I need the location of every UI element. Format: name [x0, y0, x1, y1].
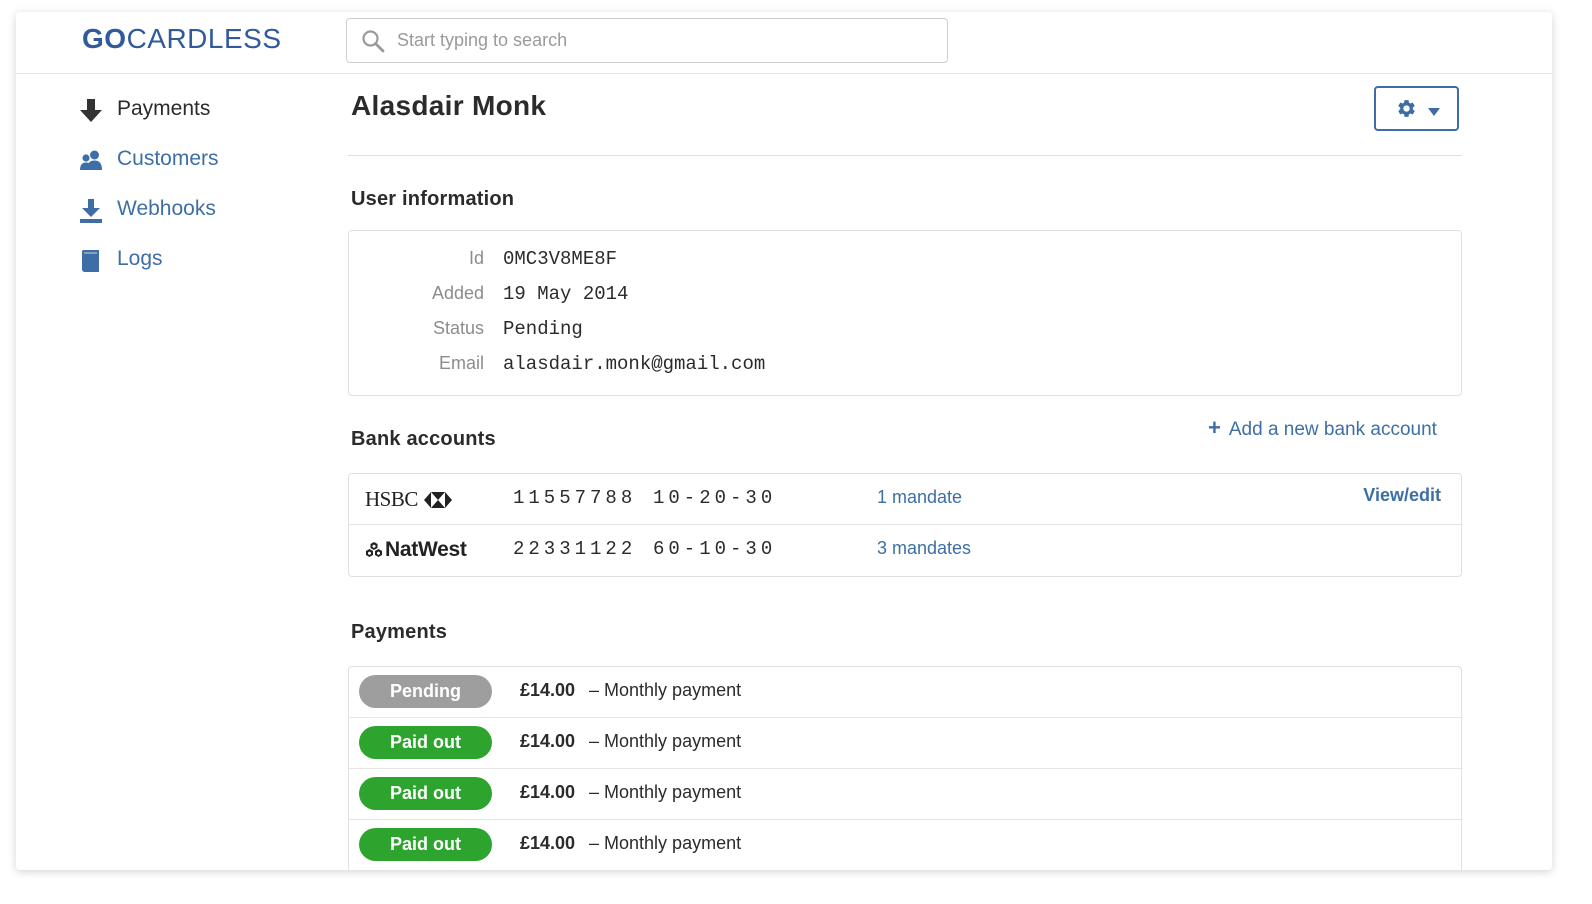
payments-panel: Pending £14.00 – Monthly payment Paid ou… — [348, 666, 1462, 870]
info-value-id: 0MC3V8ME8F — [503, 248, 618, 270]
add-bank-account-label: Add a new bank account — [1228, 419, 1437, 440]
sort-code: 10-20-30 — [653, 487, 777, 509]
gocardless-logo[interactable]: GOCARDLESS — [82, 23, 282, 55]
info-row-added: Added 19 May 2014 — [349, 277, 1461, 312]
status-badge: Paid out — [359, 828, 492, 861]
payment-description: – Monthly payment — [589, 782, 741, 803]
account-number: 11557788 — [513, 487, 637, 509]
bank-name: HSBC — [365, 487, 418, 511]
plus-icon: + — [1208, 415, 1221, 440]
arrow-down-icon — [80, 98, 102, 124]
page-title: Alasdair Monk — [351, 90, 547, 121]
logo-part-go: GO — [82, 23, 127, 54]
payment-description-text: Monthly payment — [604, 782, 742, 802]
bank-name: NatWest — [385, 538, 467, 561]
info-row-status: Status Pending — [349, 312, 1461, 347]
mandates-link[interactable]: 3 mandates — [877, 538, 971, 559]
payment-description: – Monthly payment — [589, 833, 741, 854]
status-badge: Paid out — [359, 777, 492, 810]
logo-part-cardless: CARDLESS — [126, 23, 282, 54]
sidebar-item-payments[interactable]: Payments — [80, 94, 320, 144]
separator: – — [589, 833, 600, 853]
sidebar-item-label: Payments — [117, 97, 211, 120]
info-row-email: Email alasdair.monk@gmail.com — [349, 347, 1461, 382]
info-value-added: 19 May 2014 — [503, 283, 629, 305]
mandates-link[interactable]: 1 mandate — [877, 487, 962, 508]
status-badge: Paid out — [359, 726, 492, 759]
info-label: Status — [432, 318, 484, 338]
info-label: Email — [438, 353, 484, 373]
users-icon — [80, 148, 102, 174]
info-label: Added — [431, 283, 484, 303]
payment-description-text: Monthly payment — [604, 833, 742, 853]
info-row-id: Id 0MC3V8ME8F — [349, 242, 1461, 277]
bank-account-row: NatWest 22331122 60-10-30 3 mandates — [349, 525, 1461, 576]
title-divider — [348, 155, 1462, 156]
info-label: Id — [468, 248, 484, 268]
view-edit-link[interactable]: View/edit — [1363, 485, 1441, 506]
app-window: GOCARDLESS Payments Customers Webhoo — [16, 12, 1552, 870]
payment-row[interactable]: Paid out £14.00 – Monthly payment — [349, 769, 1461, 820]
natwest-logo: NatWest — [365, 538, 467, 564]
bank-accounts-panel: HSBC 11557788 10-20-30 1 mandate View/ed… — [348, 473, 1462, 577]
account-number: 22331122 — [513, 538, 637, 560]
info-value-email: alasdair.monk@gmail.com — [503, 353, 766, 375]
separator: – — [589, 680, 600, 700]
sort-code: 60-10-30 — [653, 538, 777, 560]
sidebar-item-customers[interactable]: Customers — [80, 144, 320, 194]
sidebar-item-webhooks[interactable]: Webhooks — [80, 194, 320, 244]
payment-row[interactable]: Pending £14.00 – Monthly payment — [349, 667, 1461, 718]
payment-description-text: Monthly payment — [604, 731, 742, 751]
book-icon — [80, 248, 102, 274]
payment-amount: £14.00 — [520, 782, 576, 802]
payment-amount: £14.00 — [520, 833, 576, 853]
user-info-panel: Id 0MC3V8ME8F Added 19 May 2014 Status P… — [348, 230, 1462, 396]
hexagon-icon — [424, 491, 453, 508]
download-icon — [80, 198, 102, 224]
payments-heading: Payments — [351, 621, 448, 643]
top-bar: GOCARDLESS — [16, 12, 1552, 74]
user-info-heading: User information — [351, 188, 515, 210]
bank-accounts-heading: Bank accounts — [351, 428, 496, 450]
settings-dropdown-button[interactable] — [1374, 86, 1459, 131]
hsbc-logo: HSBC — [365, 487, 453, 513]
payment-row[interactable]: Paid out £14.00 – Monthly payment — [349, 718, 1461, 769]
sidebar-item-label: Webhooks — [117, 197, 216, 220]
caret-down-icon — [1427, 104, 1441, 116]
add-bank-account-link[interactable]: + Add a new bank account — [1208, 415, 1437, 441]
status-badge: Pending — [359, 675, 492, 708]
payment-description: – Monthly payment — [589, 731, 741, 752]
payment-row[interactable]: Paid out £14.00 – Monthly payment — [349, 820, 1461, 870]
sidebar-item-label: Logs — [117, 247, 163, 270]
search-icon — [361, 29, 385, 53]
payment-description: – Monthly payment — [589, 680, 741, 701]
search-input[interactable] — [397, 19, 937, 62]
gear-icon — [1396, 98, 1417, 119]
info-value-status: Pending — [503, 318, 583, 340]
separator: – — [589, 731, 600, 751]
bank-account-row: HSBC 11557788 10-20-30 1 mandate View/ed… — [349, 474, 1461, 525]
sidebar-item-label: Customers — [117, 147, 219, 170]
payment-amount: £14.00 — [520, 731, 576, 751]
sidebar-item-logs[interactable]: Logs — [80, 244, 320, 294]
sidebar: Payments Customers Webhooks Logs — [80, 94, 320, 294]
natwest-cubes-icon — [366, 542, 382, 557]
search-box[interactable] — [346, 18, 948, 63]
payment-description-text: Monthly payment — [604, 680, 742, 700]
separator: – — [589, 782, 600, 802]
payment-amount: £14.00 — [520, 680, 576, 700]
